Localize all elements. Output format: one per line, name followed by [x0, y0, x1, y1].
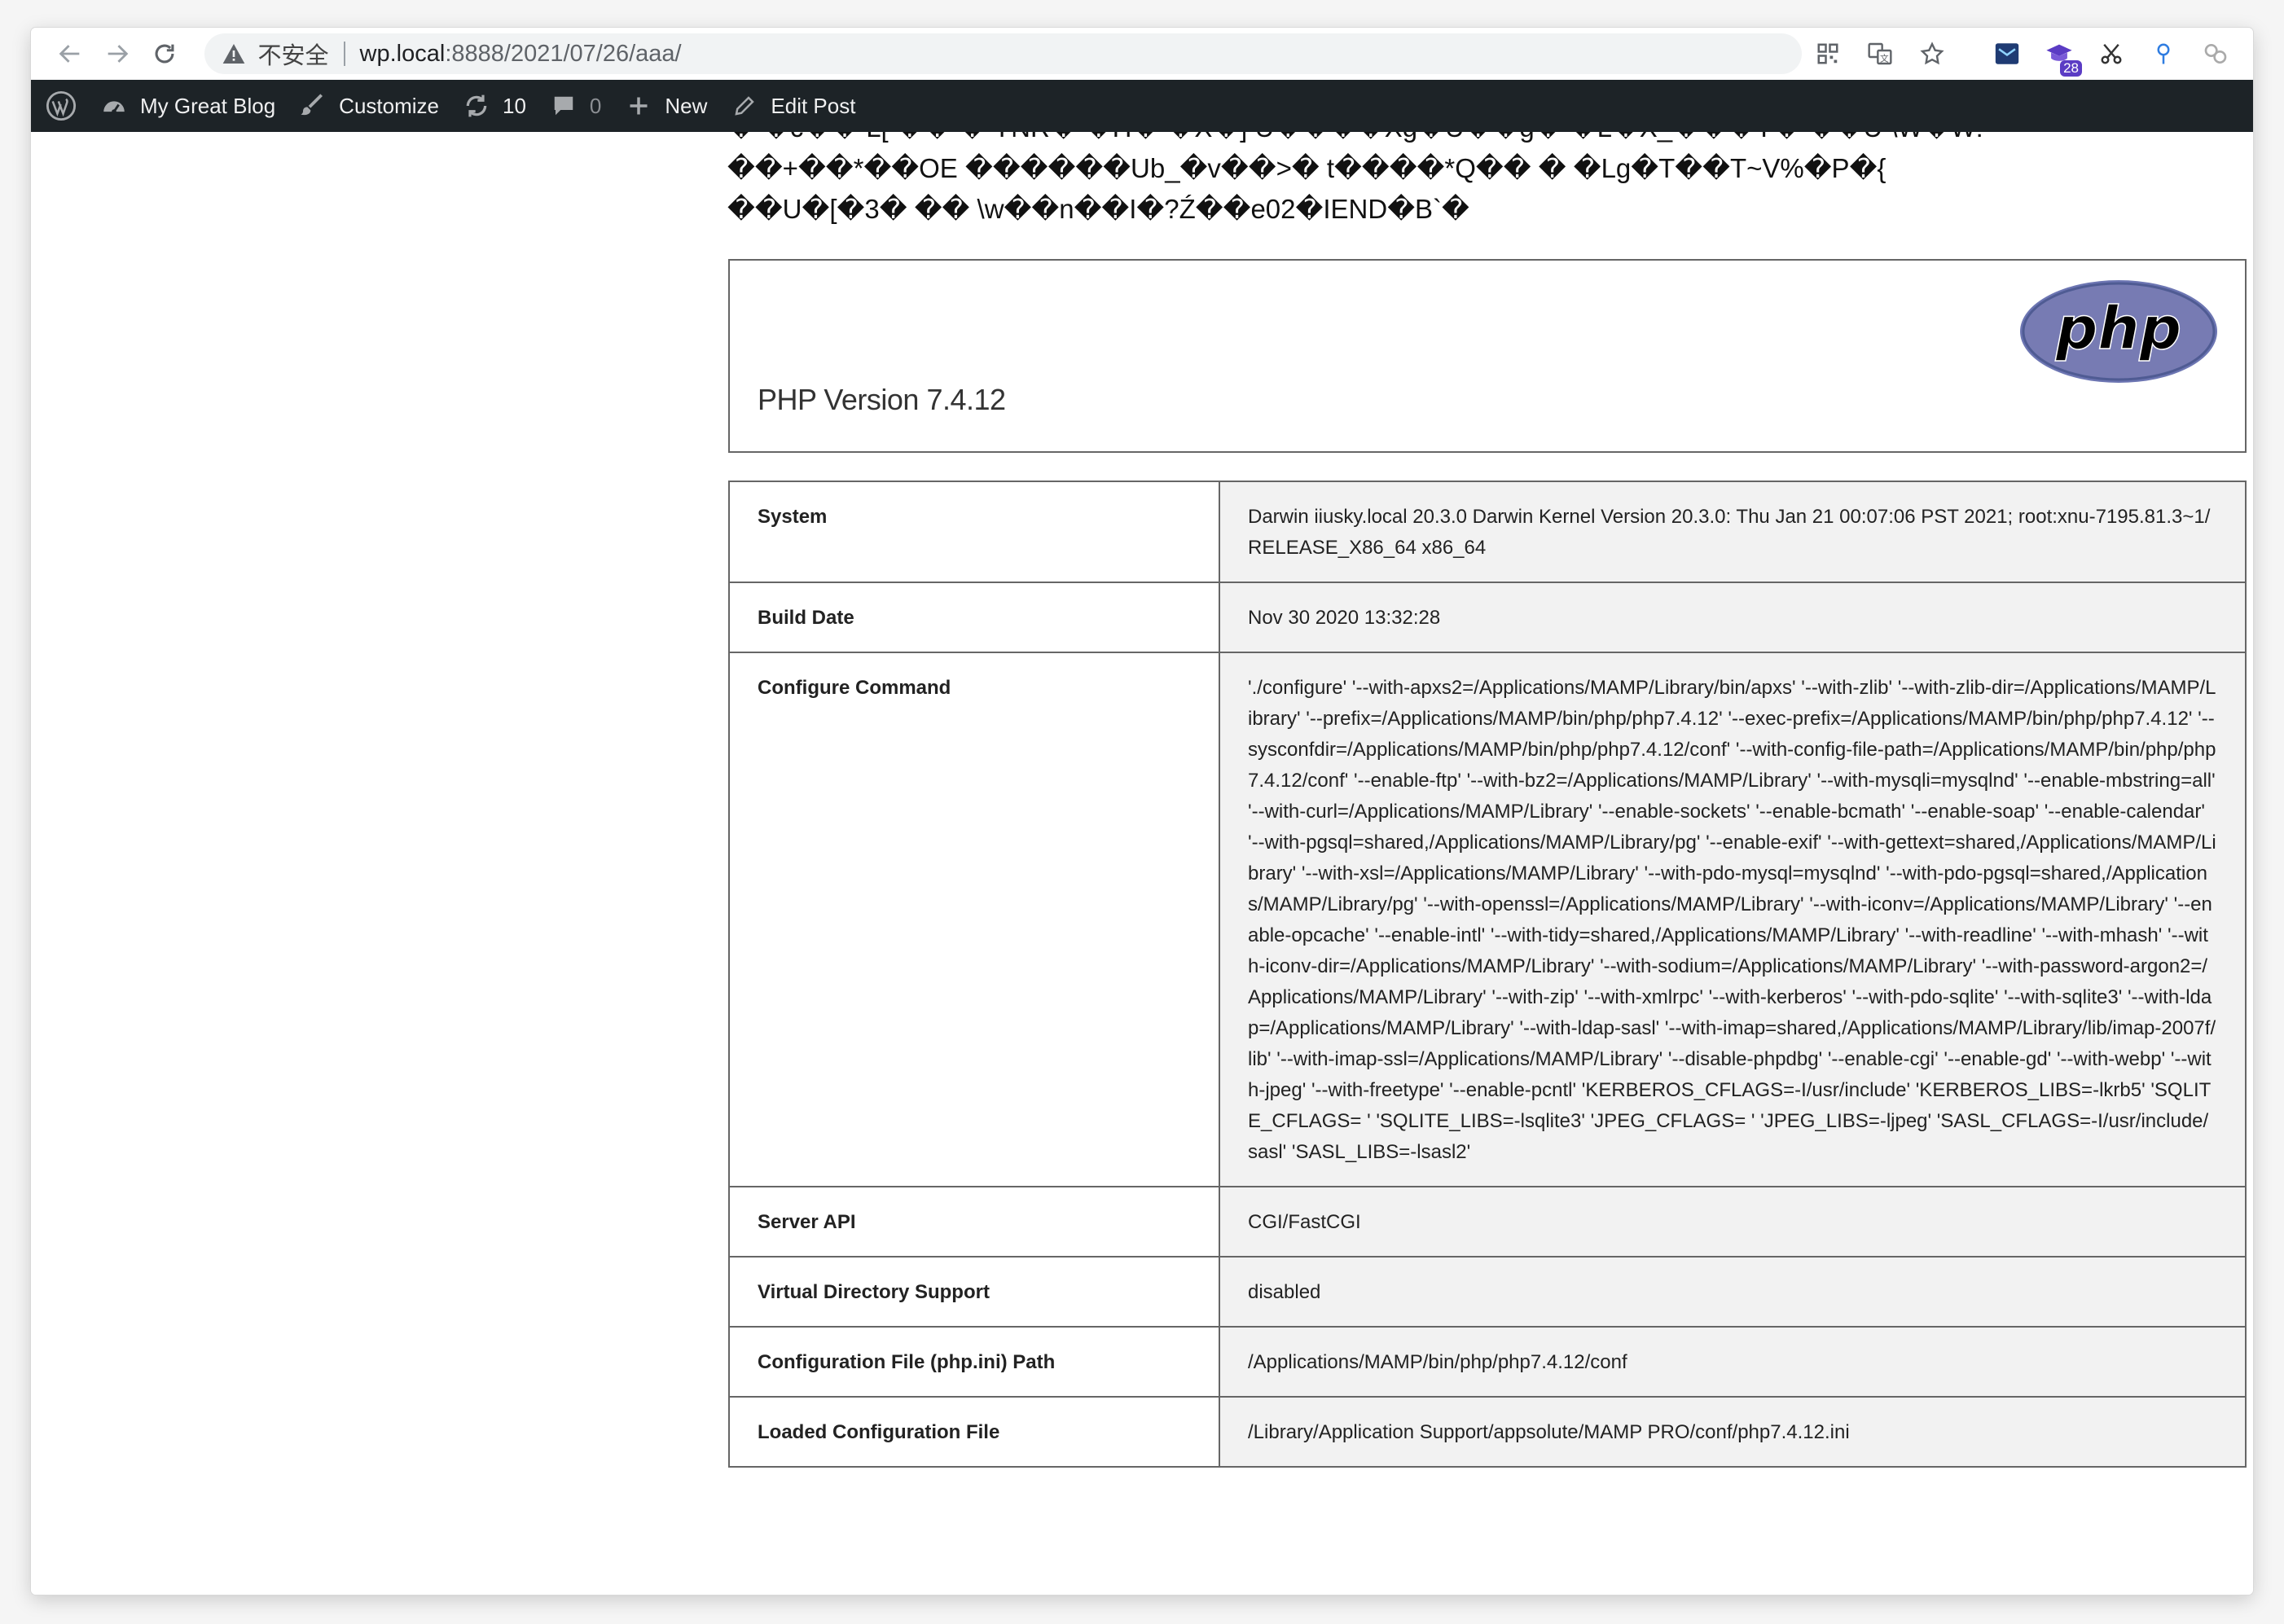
site-name-menu[interactable]: My Great Blog	[88, 80, 287, 132]
site-name: My Great Blog	[140, 93, 276, 118]
info-key: System	[728, 481, 1220, 583]
extension-badge: 28	[2060, 60, 2082, 77]
info-value: disabled	[1219, 1256, 2247, 1328]
info-value: './configure' '--with-apxs2=/Application…	[1219, 652, 2247, 1187]
info-key: Loaded Configuration File	[728, 1396, 1220, 1468]
url-path: :8888/2021/07/26/aaa/	[445, 40, 682, 67]
reload-icon	[155, 44, 174, 64]
bookmark-star-icon[interactable]	[1916, 37, 1948, 70]
info-key: Build Date	[728, 582, 1220, 653]
reload-button[interactable]	[143, 32, 186, 76]
info-value: CGI/FastCGI	[1219, 1186, 2247, 1258]
php-version-header: PHP Version 7.4.12 php	[728, 259, 2247, 453]
browser-window: 不安全 wp.local:8888/2021/07/26/aaa/ 文 28	[31, 28, 2253, 1595]
info-value: Darwin iiusky.local 20.3.0 Darwin Kernel…	[1219, 481, 2247, 583]
php-version-title: PHP Version 7.4.12	[758, 383, 1006, 416]
wp-admin-bar: My Great Blog Customize 10 0 New Edit Po…	[31, 80, 2253, 132]
info-key: Server API	[728, 1186, 1220, 1258]
dashboard-gauge-icon	[99, 91, 129, 121]
comments-menu[interactable]: 0	[538, 80, 613, 132]
binary-line: ��U�[�3� �� \w��n��I�?Ź��e02�IEND�B`�	[727, 194, 1469, 224]
plus-icon	[624, 91, 653, 121]
info-key: Configure Command	[728, 652, 1220, 1187]
url-host: wp.local	[359, 40, 446, 67]
binary-line: � �c�� L[ �� � YNR� �H� �X�] U����Xg�U��…	[727, 132, 2234, 148]
table-row: Configure Command './configure' '--with-a…	[728, 652, 2247, 1187]
info-value: Nov 30 2020 13:32:28	[1219, 582, 2247, 653]
forward-button[interactable]	[96, 32, 138, 76]
arrow-left-icon	[59, 45, 80, 63]
wordpress-logo-icon	[46, 90, 77, 121]
info-value: /Library/Application Support/appsolute/M…	[1219, 1396, 2247, 1468]
address-separator	[343, 42, 345, 66]
qr-code-icon[interactable]	[1812, 37, 1844, 70]
comments-count: 0	[589, 93, 602, 118]
table-row: Loaded Configuration File/Library/Applic…	[728, 1396, 2247, 1468]
php-logo-text: php	[2055, 294, 2181, 362]
new-content-menu[interactable]: New	[613, 80, 718, 132]
wp-logo-menu[interactable]	[31, 80, 88, 132]
svg-text:文: 文	[1880, 53, 1889, 64]
address-bar[interactable]: 不安全 wp.local:8888/2021/07/26/aaa/	[204, 33, 1802, 74]
table-row: Server API CGI/FastCGI	[728, 1186, 2247, 1258]
paintbrush-icon	[298, 91, 327, 121]
table-row: Configuration File (php.ini) Path/Applic…	[728, 1326, 2247, 1398]
comment-bubble-icon	[549, 91, 578, 121]
pencil-icon	[730, 91, 759, 121]
info-key: Virtual Directory Support	[728, 1256, 1220, 1328]
warning-icon	[222, 44, 244, 64]
info-key: Configuration File (php.ini) Path	[728, 1326, 1220, 1398]
edit-post-label: Edit Post	[771, 93, 856, 118]
page-content: � �c�� L[ �� � YNR� �H� �X�] U����Xg�U��…	[31, 132, 2253, 1595]
back-button[interactable]	[49, 32, 91, 76]
table-row: Virtual Directory Support disabled	[728, 1256, 2247, 1328]
security-label[interactable]: 不安全	[258, 37, 329, 71]
arrow-right-icon	[108, 45, 129, 63]
info-value: /Applications/MAMP/bin/php/php7.4.12/con…	[1219, 1326, 2247, 1398]
link-extension-icon[interactable]	[2199, 37, 2232, 70]
updates-count: 10	[503, 93, 526, 118]
binary-garbage-text: � �c�� L[ �� � YNR� �H� �X�] U����Xg�U��…	[727, 132, 2234, 230]
scissors-extension-icon[interactable]	[2095, 37, 2128, 70]
customize-menu[interactable]: Customize	[287, 80, 450, 132]
php-info-table: System Darwin iiusky.local 20.3.0 Darwin …	[728, 481, 2247, 1468]
new-label: New	[665, 93, 708, 118]
binary-line: ��+��*��OE ������Ub_�v��>� t����*Q�� � �…	[727, 153, 1886, 183]
toolbar-icons: 文 28	[1802, 37, 2242, 77]
mail-extension-icon[interactable]	[1991, 37, 2023, 70]
updates-menu[interactable]: 10	[450, 80, 538, 132]
table-row: Build Date Nov 30 2020 13:32:28	[728, 582, 2247, 653]
edit-post-menu[interactable]: Edit Post	[718, 80, 867, 132]
customize-label: Customize	[339, 93, 439, 118]
graduation-cap-extension-icon[interactable]: 28	[2043, 37, 2082, 77]
updates-icon	[462, 91, 491, 121]
pin-extension-icon[interactable]	[2147, 37, 2180, 70]
table-row: System Darwin iiusky.local 20.3.0 Darwin …	[728, 481, 2247, 583]
php-logo-icon[interactable]: php	[2018, 279, 2219, 384]
translate-icon[interactable]: 文	[1864, 37, 1896, 70]
browser-toolbar: 不安全 wp.local:8888/2021/07/26/aaa/ 文 28	[31, 28, 2253, 81]
